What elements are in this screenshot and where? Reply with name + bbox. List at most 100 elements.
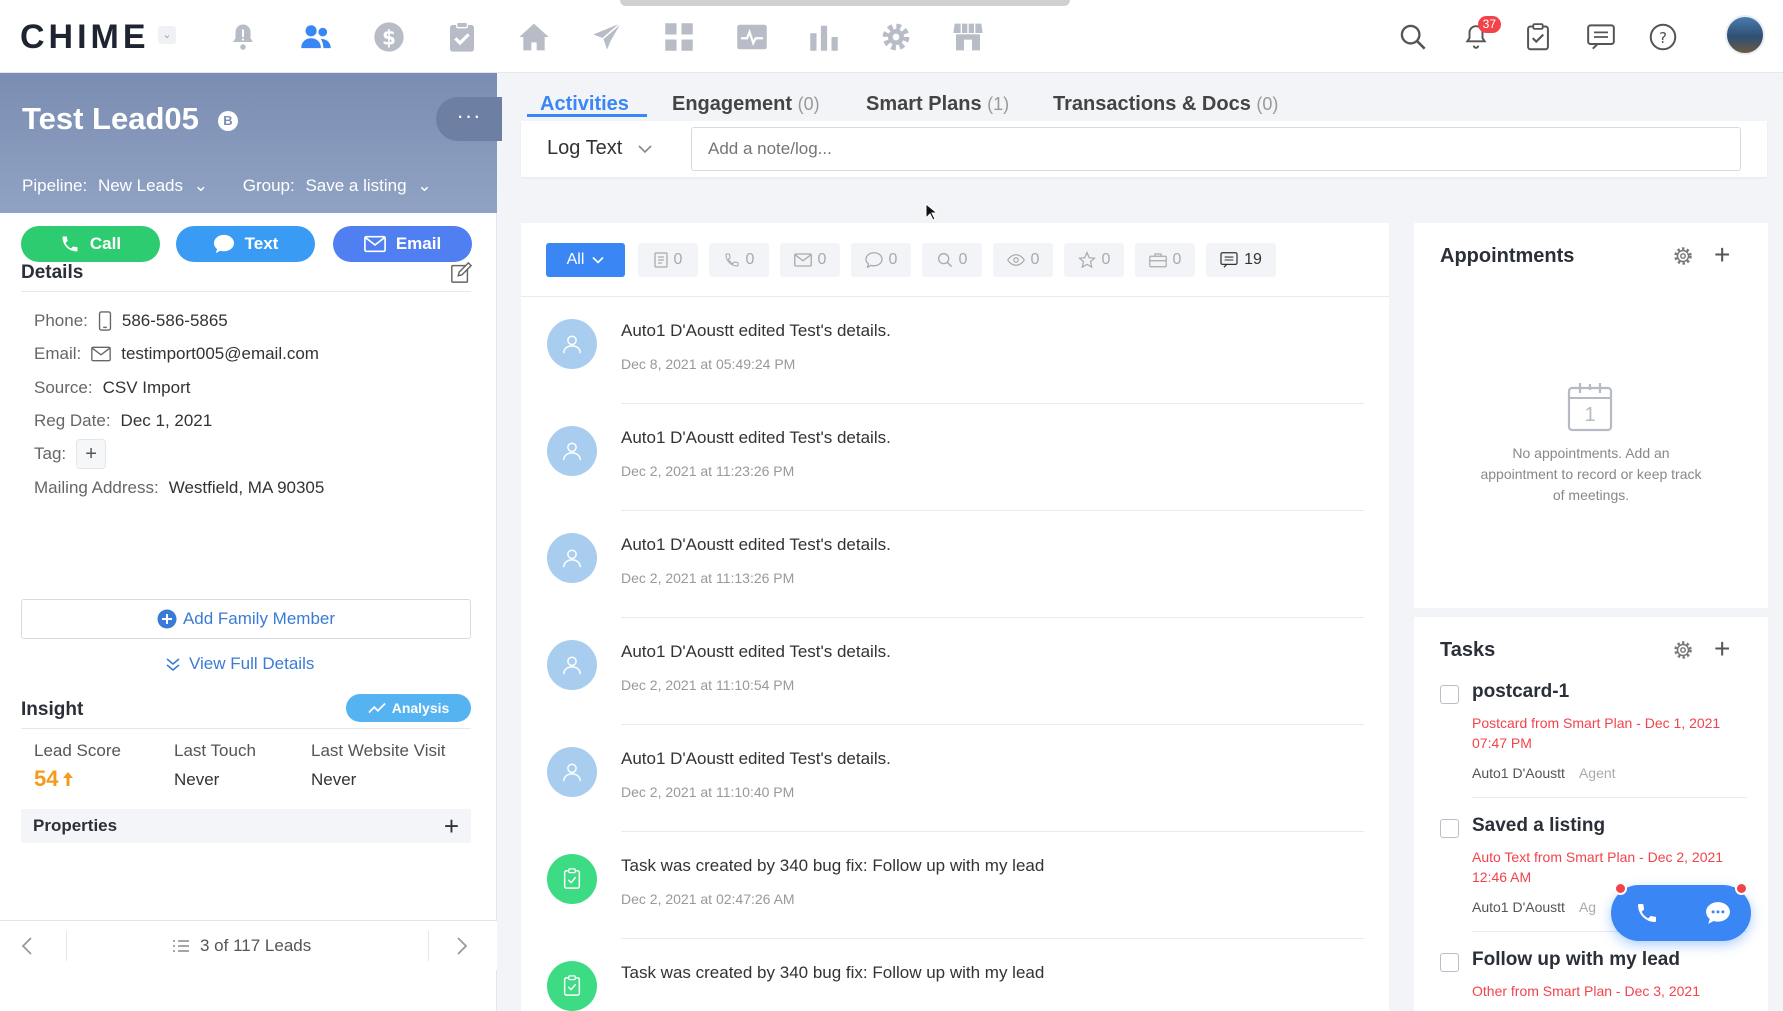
filter-favorites[interactable]: 0 (1064, 243, 1124, 277)
mail-icon (793, 253, 812, 267)
filter-views[interactable]: 0 (993, 243, 1053, 277)
tab-activities[interactable]: Activities (540, 93, 629, 116)
home-icon[interactable] (515, 18, 553, 56)
bell-alert-icon[interactable] (224, 18, 262, 56)
clipboard-check-icon[interactable] (443, 18, 481, 56)
add-task-button[interactable]: + (1714, 635, 1730, 663)
task-checkbox[interactable] (1440, 953, 1459, 972)
pulse-icon[interactable] (733, 18, 771, 56)
task-title[interactable]: Follow up with my lead (1472, 949, 1680, 971)
appointments-card: Appointments + 1 No appointments. Add an… (1414, 223, 1768, 608)
tab-engagement[interactable]: Engagement (0) (672, 93, 820, 116)
floating-call-icon[interactable] (1635, 901, 1659, 925)
next-lead-icon[interactable] (455, 936, 469, 956)
filter-views-count: 0 (1030, 251, 1040, 268)
task-item: postcard-1 Postcard from Smart Plan - De… (1440, 681, 1750, 801)
gear-icon[interactable] (877, 18, 915, 56)
activity-feed: All 0 0 0 0 0 0 0 0 19 Auto1 D'Aoustt ed… (521, 223, 1389, 1011)
phone-icon (62, 236, 78, 252)
pipeline-dropdown[interactable]: New Leads (98, 176, 183, 195)
view-full-details-link[interactable]: View Full Details (165, 654, 314, 674)
regdate-value: Dec 1, 2021 (120, 411, 213, 430)
messages-icon[interactable] (1582, 18, 1620, 56)
log-bar: Log Text (521, 121, 1767, 177)
analysis-button[interactable]: Analysis (346, 694, 471, 722)
notifications-icon[interactable]: 37 (1457, 16, 1501, 56)
paper-plane-icon[interactable] (588, 18, 626, 56)
logo-dropdown-icon[interactable]: ⌄ (158, 26, 176, 44)
chevron-down-icon[interactable]: ⌄ (194, 176, 208, 195)
appointments-title: Appointments (1440, 245, 1575, 267)
activity-item: Auto1 D'Aoustt edited Test's details. De… (521, 404, 1389, 511)
email-value[interactable]: testimport005@email.com (121, 344, 319, 364)
regdate-label: Reg Date: (34, 411, 111, 430)
filter-texts[interactable]: 0 (851, 243, 911, 277)
appointments-settings-icon[interactable] (1672, 245, 1694, 267)
text-button[interactable]: Text (176, 226, 315, 262)
task-item: Follow up with my lead Other from Smart … (1440, 949, 1750, 1009)
log-type-dropdown[interactable]: Log Text (547, 137, 652, 160)
source-value: CSV Import (102, 378, 191, 397)
grid-icon[interactable] (660, 18, 698, 56)
more-options-button[interactable]: ··· (436, 97, 502, 141)
details-divider (21, 291, 471, 292)
message-icon (1220, 252, 1238, 268)
user-avatar-icon (547, 747, 597, 797)
chevron-down-icon[interactable]: ⌄ (417, 176, 431, 195)
filter-emails[interactable]: 0 (780, 243, 840, 277)
task-title[interactable]: postcard-1 (1472, 681, 1569, 703)
filter-emails-count: 0 (817, 251, 827, 268)
task-checkbox[interactable] (1440, 819, 1459, 838)
activity-text: Task was created by 340 bug fix: Follow … (621, 856, 1045, 875)
filter-searches[interactable]: 0 (922, 243, 982, 277)
dollar-icon[interactable]: $ (370, 18, 408, 56)
search-icon[interactable] (1394, 18, 1432, 56)
tasks-icon[interactable] (1519, 18, 1557, 56)
email-button[interactable]: Email (333, 226, 472, 262)
filter-transactions[interactable]: 0 (1135, 243, 1195, 277)
bar-chart-icon[interactable] (805, 18, 843, 56)
storefront-icon[interactable] (949, 18, 987, 56)
properties-section[interactable]: Properties + (21, 809, 471, 843)
filter-calls[interactable]: 0 (709, 243, 769, 277)
help-icon[interactable]: ? (1644, 18, 1682, 56)
group-label: Group: (242, 176, 295, 195)
task-title[interactable]: Saved a listing (1472, 815, 1605, 837)
user-avatar[interactable] (1725, 15, 1765, 55)
call-button[interactable]: Call (21, 226, 160, 262)
lead-score-value: 54 (34, 766, 59, 791)
filter-all-button[interactable]: All (546, 243, 625, 277)
tab-smart-plans[interactable]: Smart Plans (1) (866, 93, 1009, 116)
filter-messages[interactable]: 19 (1206, 243, 1276, 277)
phone-icon (725, 253, 739, 267)
floating-chat-icon[interactable] (1705, 901, 1731, 925)
calendar-day: 1 (1584, 404, 1596, 426)
activity-text: Auto1 D'Aoustt edited Test's details. (621, 321, 891, 340)
task-checkbox[interactable] (1440, 685, 1459, 704)
notification-count-badge: 37 (1477, 16, 1501, 33)
note-log-input[interactable] (691, 127, 1741, 171)
activity-item: Task was created by 340 bug fix: Follow … (521, 832, 1389, 939)
add-family-member-button[interactable]: Add Family Member (21, 599, 471, 639)
phone-row: Phone: 586-586-5865 (34, 311, 228, 331)
add-appointment-button[interactable]: + (1714, 241, 1730, 269)
people-icon[interactable] (297, 18, 335, 56)
filter-notes[interactable]: 0 (638, 243, 698, 277)
add-property-button[interactable]: + (444, 811, 459, 842)
previous-lead-icon[interactable] (20, 936, 34, 956)
tab-transactions-docs[interactable]: Transactions & Docs (0) (1053, 93, 1278, 116)
last-touch-value: Never (174, 770, 220, 789)
phone-value[interactable]: 586-586-5865 (122, 311, 228, 331)
group-dropdown[interactable]: Save a listing (305, 176, 406, 195)
add-tag-button[interactable]: + (76, 439, 107, 469)
last-website-visit-label: Last Website Visit (311, 741, 446, 760)
double-chevron-down-icon (166, 658, 180, 672)
tasks-settings-icon[interactable] (1672, 639, 1694, 661)
chat-alert-dot (1735, 882, 1748, 895)
address-value: Westfield, MA 90305 (168, 478, 325, 497)
chime-logo[interactable]: CHIME (20, 18, 150, 57)
appointments-empty-text: No appointments. Add an appointment to r… (1480, 445, 1702, 503)
call-alert-dot (1614, 882, 1627, 895)
address-row: Mailing Address: Westfield, MA 90305 (34, 478, 324, 498)
edit-icon[interactable] (450, 262, 472, 284)
